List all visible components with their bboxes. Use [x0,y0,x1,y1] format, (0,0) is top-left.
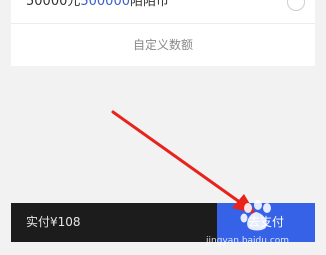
package-option-row[interactable]: 50000元500000陌陌币 [11,0,315,22]
pay-button[interactable]: 去支付 [217,203,315,242]
package-amount: 50000元 [26,0,81,9]
paid-amount-label: 实付¥108 [26,215,81,229]
package-option-text: 50000元500000陌陌币 [26,0,169,9]
checkout-bar: 实付¥108 去支付 [11,203,315,242]
payment-screen: 50000元500000陌陌币 自定义数额 实付¥108 去支付 jingyan… [0,0,326,255]
package-currency: 陌陌币 [130,0,170,9]
custom-amount-button[interactable]: 自定义数额 [11,24,315,66]
package-bonus-amount: 500000 [80,0,130,9]
package-options-card: 50000元500000陌陌币 自定义数额 [11,0,315,66]
package-radio-button[interactable] [287,0,305,11]
